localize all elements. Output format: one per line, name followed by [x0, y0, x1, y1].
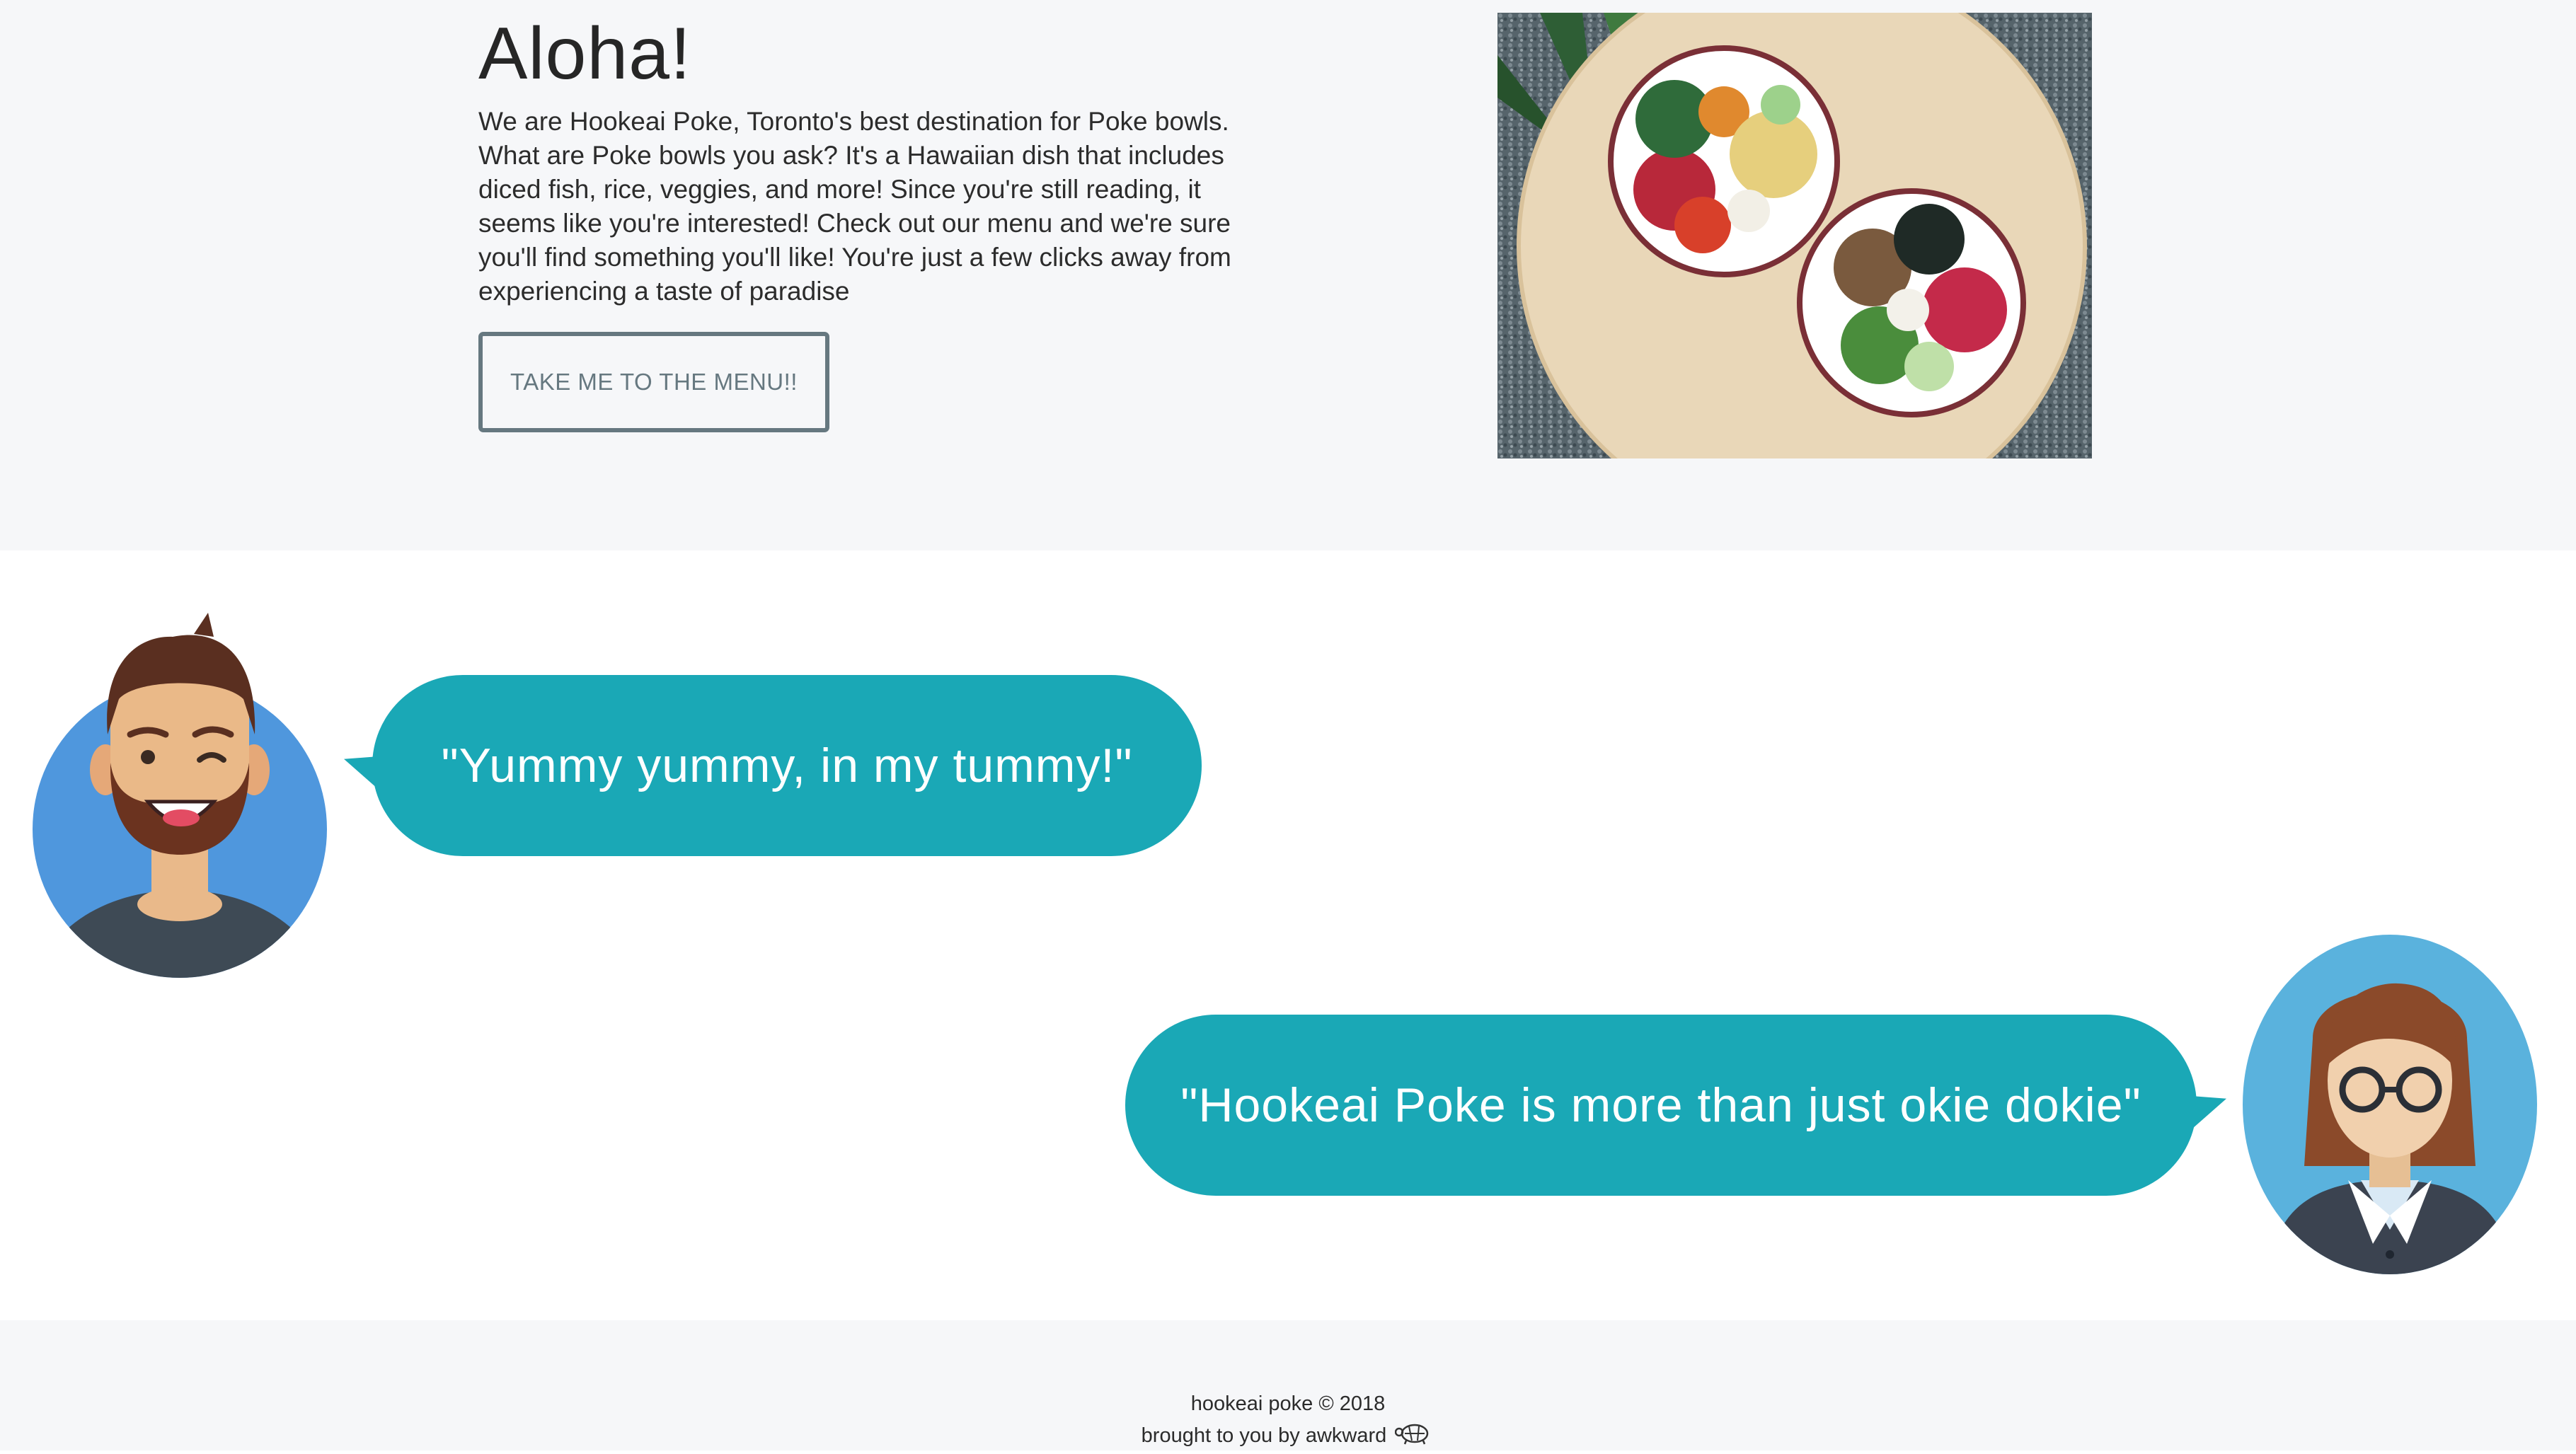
hero-description: We are Hookeai Poke, Toronto's best dest…: [478, 107, 1231, 306]
woman-with-glasses-avatar: [2242, 933, 2538, 1276]
speech-bubble-tail: [2194, 1083, 2226, 1128]
bearded-man-avatar: [31, 593, 328, 979]
poke-bowls-image: [1497, 13, 2092, 458]
testimonials-section: "Yummy yummy, in my tummy!" "Hookeai Pok…: [0, 550, 2576, 1320]
footer-credit-line: brought to you by awkward: [0, 1419, 2576, 1454]
menu-button[interactable]: TAKE ME TO THE MENU!!: [478, 332, 829, 432]
footer-copyright: hookeai poke © 2018: [1190, 1392, 1386, 1415]
footer: hookeai poke © 2018 brought to you by aw…: [0, 1320, 2576, 1450]
testimonial-quote: "Hookeai Poke is more than just okie dok…: [1180, 1078, 2141, 1132]
footer-credit: brought to you by awkward: [1141, 1424, 1387, 1448]
testimonial-quote: "Yummy yummy, in my tummy!": [441, 739, 1133, 792]
testimonial-bubble: "Hookeai Poke is more than just okie dok…: [1125, 1015, 2197, 1196]
hero-title: Aloha!: [478, 13, 691, 95]
turtle-icon: [1395, 1419, 1434, 1454]
testimonial-bubble: "Yummy yummy, in my tummy!": [372, 675, 1202, 856]
hero-section: Aloha! We are Hookeai Poke, Toronto's be…: [0, 0, 2576, 550]
